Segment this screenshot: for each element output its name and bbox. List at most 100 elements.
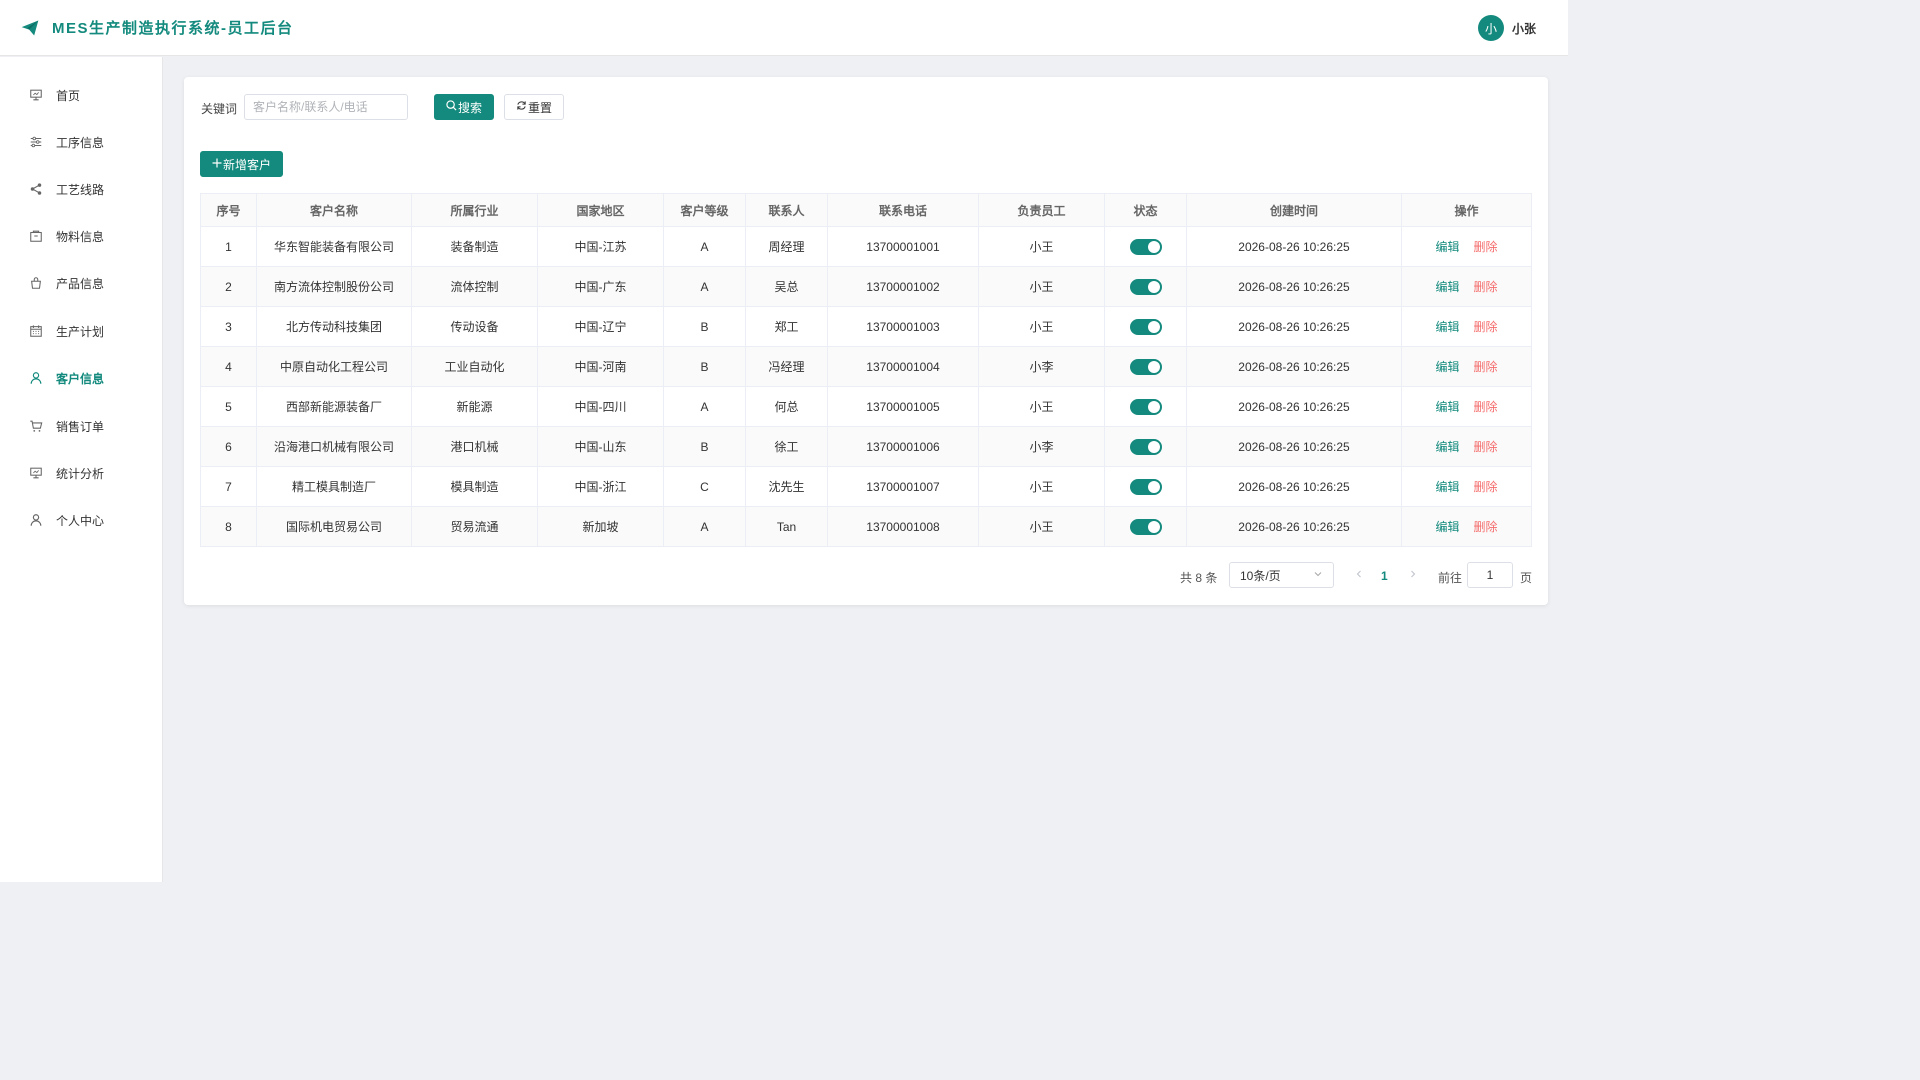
cell-name: 西部新能源装备厂 bbox=[256, 386, 412, 427]
cell-staff: 小王 bbox=[978, 506, 1105, 547]
status-toggle[interactable] bbox=[1129, 518, 1162, 535]
page-unit-label: 页 bbox=[1520, 571, 1533, 585]
cell-phone: 13700001002 bbox=[827, 266, 979, 307]
edit-button[interactable]: 编辑 bbox=[1435, 400, 1459, 414]
cell-phone: 13700001001 bbox=[827, 226, 979, 267]
page-number-current[interactable]: 1 bbox=[1381, 569, 1388, 583]
avatar[interactable]: 小 bbox=[1477, 15, 1504, 41]
cell-actions: 编辑 删除 bbox=[1401, 466, 1532, 507]
cell-industry: 港口机械 bbox=[411, 426, 538, 467]
user-icon bbox=[29, 371, 43, 385]
bag-icon bbox=[29, 276, 43, 290]
delete-button[interactable]: 删除 bbox=[1474, 400, 1498, 414]
delete-button[interactable]: 删除 bbox=[1474, 520, 1498, 534]
sidebar-item-label: 个人中心 bbox=[56, 513, 105, 528]
cell-level: C bbox=[663, 466, 746, 507]
delete-button[interactable]: 删除 bbox=[1474, 280, 1498, 294]
table-row: 6 沿海港口机械有限公司 港口机械 中国-山东 B 徐工 13700001006… bbox=[200, 426, 1532, 467]
share-icon bbox=[29, 182, 43, 196]
edit-button[interactable]: 编辑 bbox=[1435, 240, 1459, 254]
chevron-right-icon bbox=[1411, 570, 1416, 578]
column-header: 所属行业 bbox=[411, 193, 538, 227]
delete-button[interactable]: 删除 bbox=[1474, 360, 1498, 374]
delete-button[interactable]: 删除 bbox=[1474, 440, 1498, 454]
chevron-down-icon bbox=[1313, 569, 1323, 582]
edit-button[interactable]: 编辑 bbox=[1435, 360, 1459, 374]
cell-created: 2026-08-26 10:26:25 bbox=[1186, 226, 1402, 267]
cell-staff: 小李 bbox=[978, 426, 1105, 467]
reset-button[interactable]: 重置 bbox=[504, 94, 564, 120]
cell-staff: 小王 bbox=[978, 386, 1105, 427]
cell-status bbox=[1104, 266, 1187, 307]
edit-button[interactable]: 编辑 bbox=[1435, 520, 1459, 534]
sidebar-item-statistics[interactable]: 统计分析 bbox=[0, 453, 162, 493]
cell-phone: 13700001005 bbox=[827, 386, 979, 427]
keyword-label: 关键词 bbox=[201, 102, 238, 116]
add-customer-label: 新增客户 bbox=[222, 157, 271, 172]
cart-icon bbox=[29, 419, 43, 433]
page-size-select[interactable]: 10条/页 bbox=[1229, 562, 1334, 588]
cell-level: A bbox=[663, 226, 746, 267]
search-icon bbox=[446, 100, 457, 114]
cell-name: 精工模具制造厂 bbox=[256, 466, 412, 507]
monitor-icon bbox=[29, 88, 43, 102]
status-toggle[interactable] bbox=[1129, 318, 1162, 335]
next-page-button[interactable] bbox=[1408, 568, 1418, 582]
cell-staff: 小王 bbox=[978, 226, 1105, 267]
cell-name: 中原自动化工程公司 bbox=[256, 346, 412, 387]
status-toggle[interactable] bbox=[1129, 278, 1162, 295]
column-header: 序号 bbox=[200, 193, 257, 227]
cell-phone: 13700001007 bbox=[827, 466, 979, 507]
column-header: 客户等级 bbox=[663, 193, 746, 227]
sidebar-item-product[interactable]: 产品信息 bbox=[0, 263, 162, 303]
status-toggle[interactable] bbox=[1129, 438, 1162, 455]
sidebar-item-material[interactable]: 物料信息 bbox=[0, 216, 162, 256]
cell-actions: 编辑 删除 bbox=[1401, 506, 1532, 547]
sidebar-item-home[interactable]: 首页 bbox=[0, 75, 162, 115]
cell-region: 中国-江苏 bbox=[537, 226, 664, 267]
status-toggle[interactable] bbox=[1129, 238, 1162, 255]
sidebar-item-sales-order[interactable]: 销售订单 bbox=[0, 406, 162, 446]
sidebar-item-profile[interactable]: 个人中心 bbox=[0, 500, 162, 540]
cell-contact: 何总 bbox=[745, 386, 828, 427]
cell-no: 6 bbox=[200, 426, 257, 467]
sidebar-item-process[interactable]: 工序信息 bbox=[0, 122, 162, 162]
delete-button[interactable]: 删除 bbox=[1474, 480, 1498, 494]
search-button-label: 搜索 bbox=[457, 100, 482, 115]
search-button[interactable]: 搜索 bbox=[434, 94, 494, 120]
edit-button[interactable]: 编辑 bbox=[1435, 280, 1459, 294]
delete-button[interactable]: 删除 bbox=[1474, 240, 1498, 254]
sidebar-item-route[interactable]: 工艺线路 bbox=[0, 169, 162, 209]
cell-phone: 13700001004 bbox=[827, 346, 979, 387]
column-header: 负责员工 bbox=[978, 193, 1105, 227]
status-toggle[interactable] bbox=[1129, 478, 1162, 495]
cell-actions: 编辑 删除 bbox=[1401, 386, 1532, 427]
sidebar-item-label: 首页 bbox=[56, 88, 81, 103]
reset-button-label: 重置 bbox=[527, 100, 552, 115]
keyword-input[interactable] bbox=[244, 94, 408, 120]
cell-no: 7 bbox=[200, 466, 257, 507]
goto-page-input[interactable] bbox=[1467, 562, 1513, 588]
user-menu[interactable]: 小 小张 bbox=[1477, 15, 1536, 41]
table-body: 1 华东智能装备有限公司 装备制造 中国-江苏 A 周经理 1370000100… bbox=[200, 226, 1532, 547]
add-customer-button[interactable]: 新增客户 bbox=[200, 151, 283, 177]
edit-button[interactable]: 编辑 bbox=[1435, 440, 1459, 454]
sidebar-item-customer[interactable]: 客户信息 bbox=[0, 358, 162, 398]
status-toggle[interactable] bbox=[1129, 398, 1162, 415]
cell-no: 5 bbox=[200, 386, 257, 427]
edit-button[interactable]: 编辑 bbox=[1435, 480, 1459, 494]
logo: MES生产制造执行系统-员工后台 bbox=[20, 17, 294, 38]
cell-name: 沿海港口机械有限公司 bbox=[256, 426, 412, 467]
cell-no: 3 bbox=[200, 306, 257, 347]
cell-actions: 编辑 删除 bbox=[1401, 306, 1532, 347]
cell-created: 2026-08-26 10:26:25 bbox=[1186, 386, 1402, 427]
sidebar-item-label: 销售订单 bbox=[56, 419, 105, 434]
cell-contact: Tan bbox=[745, 506, 828, 547]
edit-button[interactable]: 编辑 bbox=[1435, 320, 1459, 334]
cell-industry: 装备制造 bbox=[411, 226, 538, 267]
delete-button[interactable]: 删除 bbox=[1474, 320, 1498, 334]
status-toggle[interactable] bbox=[1129, 358, 1162, 375]
user-name[interactable]: 小张 bbox=[1512, 20, 1536, 37]
sidebar-item-plan[interactable]: 生产计划 bbox=[0, 311, 162, 351]
prev-page-button[interactable] bbox=[1354, 568, 1364, 582]
